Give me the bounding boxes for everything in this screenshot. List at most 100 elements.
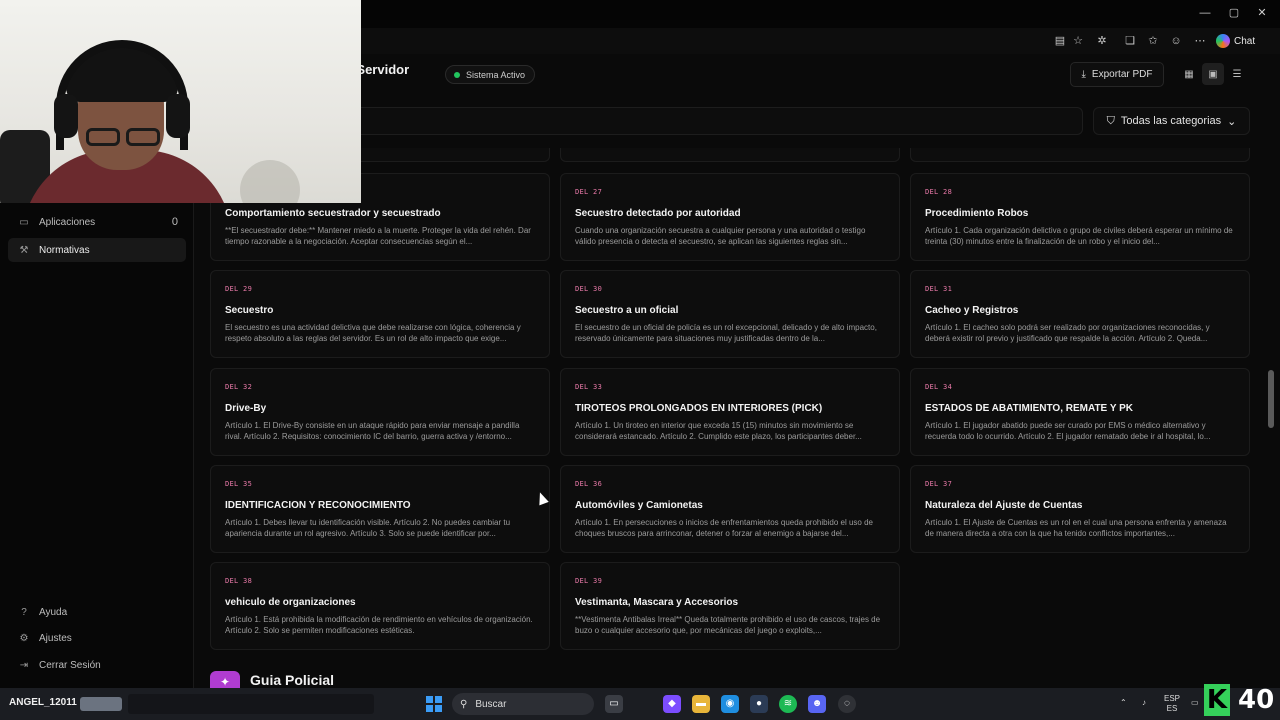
card-title: Cacheo y Registros <box>925 305 1019 316</box>
card-title: Secuestro detectado por autoridad <box>575 208 741 219</box>
k-badge-number: 40 <box>1238 685 1275 715</box>
windows-start-icon[interactable] <box>426 696 442 712</box>
rule-card[interactable]: DEL 37 Naturaleza del Ajuste de Cuentas Ar… <box>910 465 1250 553</box>
card-partial <box>560 148 900 162</box>
k-logo: K <box>1204 684 1230 716</box>
category-select[interactable]: ⛉ Todas las categorias ⌄ <box>1093 107 1250 135</box>
copilot-chat-button[interactable]: Chat <box>1216 32 1255 50</box>
taskbar-username: ANGEL_12011 <box>9 697 77 708</box>
card-title: Procedimiento Robos <box>925 208 1029 219</box>
maximize-icon[interactable]: ▢ <box>1226 5 1242 21</box>
rule-card[interactable]: DEL 32 Drive-By Artículo 1. El Drive-By co… <box>210 368 550 456</box>
close-icon[interactable]: ✕ <box>1254 5 1270 21</box>
extensions-icon[interactable]: ✲ <box>1094 33 1110 49</box>
card-code: DEL 39 <box>575 577 603 585</box>
clipboard-icon: ▭ <box>19 216 29 228</box>
discord-icon[interactable]: ☻ <box>808 695 826 713</box>
taskbar-search-label: Buscar <box>475 698 507 710</box>
card-description: Artículo 1. Está prohibida la modificaci… <box>225 615 533 635</box>
export-pdf-button[interactable]: ⤓ Exportar PDF <box>1070 62 1164 87</box>
card-description: Artículo 1. Cada organización delictiva … <box>925 226 1233 246</box>
status-label: Sistema Activo <box>466 69 526 80</box>
logout-icon: ⇥ <box>19 659 29 671</box>
microphone-icon[interactable]: ♪ <box>1142 698 1146 708</box>
card-description: Cuando una organización secuestra a cual… <box>575 226 866 246</box>
edge-icon[interactable]: ◉ <box>721 695 739 713</box>
language-indicator[interactable]: ESP ES <box>1164 694 1180 714</box>
sidebar-item-label: Ayuda <box>39 606 68 618</box>
minimize-icon[interactable]: — <box>1197 5 1213 21</box>
rule-card[interactable]: DEL 39 Vestimanta, Mascara y Accesorios **… <box>560 562 900 650</box>
rule-card[interactable]: DEL 34 ESTADOS DE ABATIMIENTO, REMATE Y P… <box>910 368 1250 456</box>
card-code: DEL 35 <box>225 480 253 488</box>
rule-card[interactable]: DEL 29 Secuestro El secuestro es una activ… <box>210 270 550 358</box>
card-description: **El secuestrador debe:** Mantener miedo… <box>225 226 531 246</box>
card-title: Drive-By <box>225 403 267 414</box>
card-description: Artículo 1. En persecuciones o inicios d… <box>575 518 873 538</box>
list-view-icon[interactable]: ☰ <box>1226 63 1248 85</box>
taskbar-widget <box>128 694 374 714</box>
card-description: El secuestro de un oficial de policía es… <box>575 323 877 343</box>
card-code: DEL 32 <box>225 383 253 391</box>
rule-card[interactable]: DEL 33 TIROTEOS PROLONGADOS EN INTERIORES… <box>560 368 900 456</box>
chat-label: Chat <box>1234 35 1256 47</box>
rule-card[interactable]: DEL 31 Cacheo y Registros Artículo 1. El c… <box>910 270 1250 358</box>
help-icon: ? <box>21 606 27 618</box>
card-code: DEL 36 <box>575 480 603 488</box>
network-icon[interactable]: ▭ <box>1191 698 1199 708</box>
app-icon[interactable]: ◌ <box>838 695 856 713</box>
card-description: El secuestro es una actividad delictiva … <box>225 323 521 343</box>
card-code: DEL 34 <box>925 383 953 391</box>
collections-icon[interactable]: ❏ <box>1122 33 1138 49</box>
headset-earcup <box>166 94 190 138</box>
profile-icon[interactable]: ☺ <box>1168 33 1184 49</box>
card-code: DEL 31 <box>925 285 953 293</box>
table-view-icon[interactable]: ▦ <box>1178 63 1200 85</box>
sidebar-item-label: Ajustes <box>39 632 72 644</box>
sidebar-item-ajustes[interactable]: ⚙ Ajustes <box>8 626 186 650</box>
favorite-star-icon[interactable]: ☆ <box>1070 33 1086 49</box>
export-label: Exportar PDF <box>1091 69 1153 80</box>
m365-icon[interactable]: ◆ <box>663 695 681 713</box>
card-code: DEL 28 <box>925 188 953 196</box>
sidebar-item-ayuda[interactable]: ? Ayuda <box>8 600 186 624</box>
file-explorer-icon[interactable]: ▬ <box>692 695 710 713</box>
sidebar-item-cerrar-sesion[interactable]: ⇥ Cerrar Sesión <box>8 653 186 677</box>
rule-card[interactable]: DEL 30 Secuestro a un oficial El secuestro… <box>560 270 900 358</box>
screen: — ▢ ✕ ▤ ☆ ✲ ❏ ✩ ☺ ⋯ Chat ▭ Aplicaciones … <box>0 0 1280 720</box>
search-icon: ⚲ <box>460 698 468 710</box>
card-code: DEL 33 <box>575 383 603 391</box>
scrollbar[interactable] <box>1268 370 1274 428</box>
rule-card[interactable]: DEL 28 Procedimiento Robos Artículo 1. Cad… <box>910 173 1250 261</box>
more-icon[interactable]: ⋯ <box>1192 33 1208 49</box>
card-partial <box>910 148 1250 162</box>
download-icon: ⤓ <box>1081 69 1086 80</box>
chevron-down-icon: ⌄ <box>1227 115 1237 128</box>
rule-card[interactable]: DEL 27 Secuestro detectado por autoridad C… <box>560 173 900 261</box>
spotify-icon[interactable]: ≋ <box>779 695 797 713</box>
gear-icon: ⚙ <box>19 632 29 644</box>
sidebar-item-aplicaciones[interactable]: ▭ Aplicaciones 0 <box>8 210 186 234</box>
steam-icon[interactable]: ● <box>750 695 768 713</box>
card-description: Artículo 1. El Drive-By consiste en un a… <box>225 421 520 441</box>
card-title: Automóviles y Camionetas <box>575 500 703 511</box>
card-description: Artículo 1. El Ajuste de Cuentas es un r… <box>925 518 1227 538</box>
rule-card[interactable]: DEL 35 IDENTIFICACION Y RECONOCIMIENTO Art… <box>210 465 550 553</box>
card-description: Artículo 1. Un tiroteo en interior que e… <box>575 421 862 441</box>
favorites-icon[interactable]: ✩ <box>1145 33 1161 49</box>
reading-view-icon[interactable]: ▤ <box>1052 33 1068 49</box>
sidebar-item-normativas[interactable]: ⚒ Normativas <box>8 238 186 262</box>
filter-icon: ⛉ <box>1106 114 1115 127</box>
card-description: Artículo 1. El cacheo solo podrá ser rea… <box>925 323 1210 343</box>
rule-card[interactable]: DEL 38 vehiculo de organizaciones Artículo… <box>210 562 550 650</box>
card-title: IDENTIFICACION Y RECONOCIMIENTO <box>225 500 411 511</box>
taskbar-search[interactable]: ⚲ Buscar <box>452 693 594 715</box>
rule-card[interactable]: DEL 36 Automóviles y Camionetas Artículo 1… <box>560 465 900 553</box>
task-view-icon[interactable]: ▭ <box>605 695 623 713</box>
card-code: DEL 38 <box>225 577 253 585</box>
section-title: Guia Policial <box>250 672 335 688</box>
chevron-up-icon[interactable]: ⌃ <box>1120 698 1127 708</box>
grid-view-icon[interactable]: ▣ <box>1202 63 1224 85</box>
card-description: Artículo 1. Debes llevar tu identificaci… <box>225 518 511 538</box>
headset-earcup <box>54 94 78 138</box>
